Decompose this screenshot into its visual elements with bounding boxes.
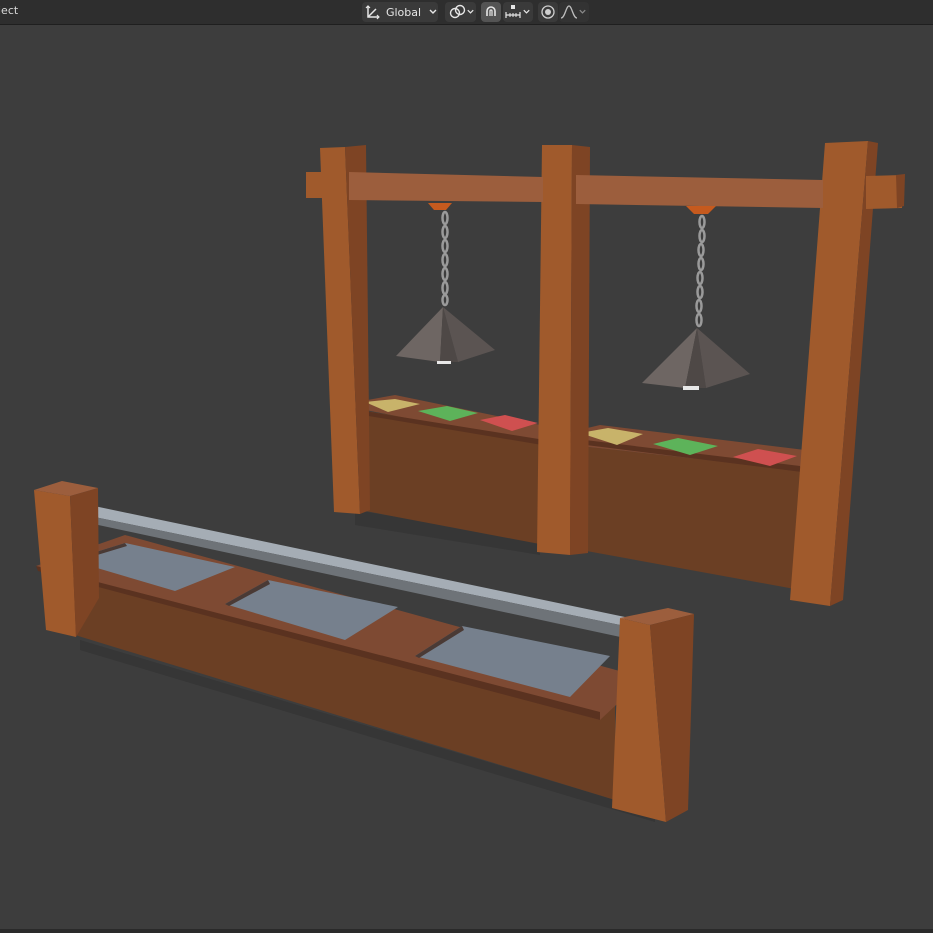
transform-orientation-dropdown[interactable]: Global bbox=[362, 2, 438, 22]
chevron-down-icon bbox=[467, 9, 474, 14]
lamp-bulb bbox=[437, 361, 451, 364]
chevron-down-icon bbox=[429, 9, 437, 14]
lamp-shade-left bbox=[396, 307, 443, 362]
hanging-lamp[interactable] bbox=[396, 203, 495, 364]
orientation-label: Global bbox=[385, 5, 422, 19]
post-middle bbox=[537, 145, 572, 555]
object-menu[interactable]: ject bbox=[0, 4, 18, 17]
counter-post-left bbox=[34, 490, 76, 637]
lamp-mount bbox=[428, 203, 452, 210]
transform-orientation-icon bbox=[365, 5, 380, 20]
pivot-point-icon bbox=[449, 4, 466, 19]
lamp-bulb bbox=[683, 386, 699, 390]
magnet-snap-icon bbox=[486, 6, 496, 16]
hanging-lamp[interactable] bbox=[642, 206, 750, 390]
chevron-down-icon bbox=[523, 9, 530, 14]
blender-window: ject Global bbox=[0, 0, 933, 933]
proportional-editing-toggle[interactable] bbox=[538, 2, 558, 22]
snap-target-dropdown[interactable] bbox=[503, 2, 533, 22]
snap-increment-icon bbox=[505, 5, 521, 18]
market-stall-with-lamps[interactable] bbox=[306, 141, 905, 606]
chain bbox=[695, 214, 706, 328]
falloff-curve-icon bbox=[560, 5, 578, 19]
pivot-point-dropdown[interactable] bbox=[445, 2, 476, 22]
viewport-header: ject Global bbox=[0, 0, 933, 25]
beam-end-left bbox=[306, 172, 322, 198]
proportional-editing-icon bbox=[541, 5, 555, 19]
snap-toggle[interactable] bbox=[481, 2, 501, 22]
3d-viewport[interactable] bbox=[0, 25, 933, 933]
chevron-down-icon bbox=[579, 9, 586, 14]
proportional-falloff-dropdown[interactable] bbox=[559, 2, 589, 22]
chain bbox=[441, 210, 449, 307]
lamp-shade-right bbox=[697, 328, 750, 388]
viewport-bottom-edge bbox=[0, 929, 933, 933]
lamp-mount bbox=[686, 206, 716, 214]
beam-right bbox=[576, 175, 823, 208]
beam-end-right-side bbox=[896, 174, 905, 208]
post-middle-side bbox=[570, 145, 590, 555]
beam-left bbox=[349, 172, 543, 202]
